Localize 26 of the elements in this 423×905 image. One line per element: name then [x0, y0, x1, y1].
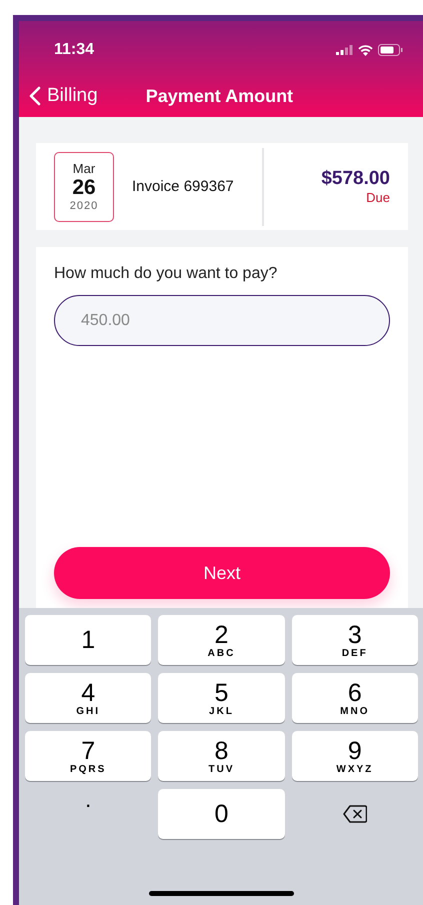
keypad-key[interactable]: 6 MNO	[292, 673, 418, 723]
next-button[interactable]: Next	[54, 547, 390, 599]
invoice-number: Invoice 699367	[132, 148, 264, 226]
chevron-left-icon	[29, 86, 41, 106]
date-badge: Mar 26 2020	[54, 152, 114, 222]
payment-question: How much do you want to pay?	[54, 265, 278, 283]
due-status: Due	[366, 190, 390, 205]
amount-input[interactable]: 450.00	[54, 295, 390, 346]
keypad-key[interactable]: 4 GHI	[25, 673, 152, 723]
decimal-key[interactable]: .	[25, 789, 152, 839]
keypad-key[interactable]: 2 ABC	[158, 615, 285, 665]
backspace-icon[interactable]	[342, 805, 367, 823]
battery-icon	[378, 44, 403, 56]
wifi-icon	[358, 44, 373, 56]
keypad-key[interactable]: 8 TUV	[158, 731, 285, 781]
keypad-key[interactable]: 3 DEF	[292, 615, 418, 665]
keypad-key[interactable]: 0	[158, 789, 285, 839]
keypad-key[interactable]: 5 JKL	[158, 673, 285, 723]
amount-due: $578.00	[321, 168, 390, 190]
signal-icon	[336, 45, 353, 55]
keypad-key[interactable]: 7 PQRS	[25, 731, 152, 781]
keypad-key[interactable]: 1	[25, 615, 152, 665]
page-title: Payment Amount	[146, 86, 294, 106]
back-link[interactable]: Billing	[29, 85, 98, 107]
status-time: 11:34	[54, 41, 94, 59]
keypad-key[interactable]: 9 WXYZ	[292, 731, 418, 781]
